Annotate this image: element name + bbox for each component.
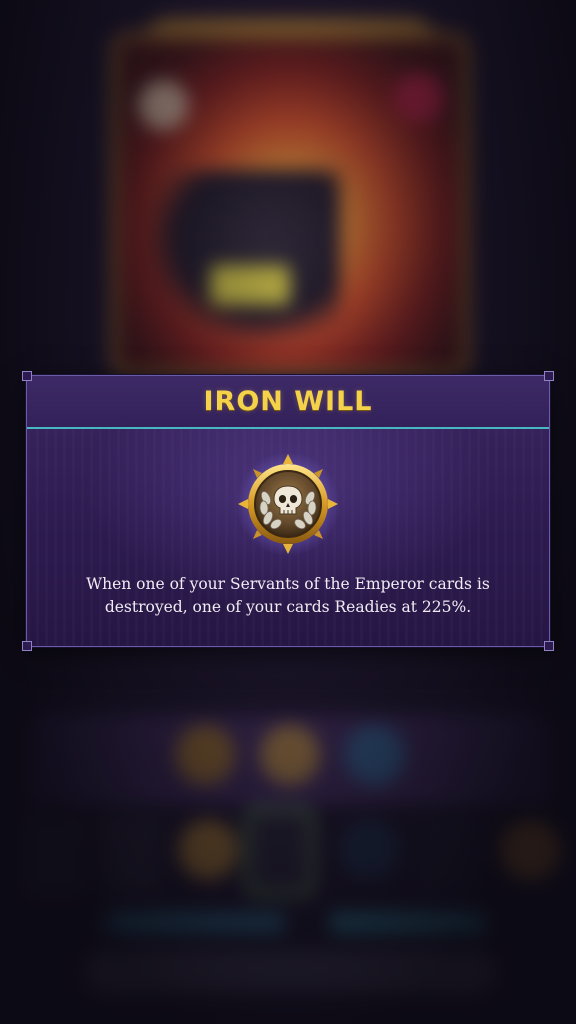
popup-header: IRON WILL [27,376,549,429]
trait-info-popup[interactable]: IRON WILL When one of your Servants of t… [22,371,554,651]
popup-body: When one of your Servants of the Emperor… [27,429,549,646]
frame-corner [544,371,554,381]
frame-corner [22,371,32,381]
popup-title: IRON WILL [203,386,373,417]
trait-description: When one of your Servants of the Emperor… [86,575,490,616]
laurel-skull-medal-icon [236,452,340,556]
